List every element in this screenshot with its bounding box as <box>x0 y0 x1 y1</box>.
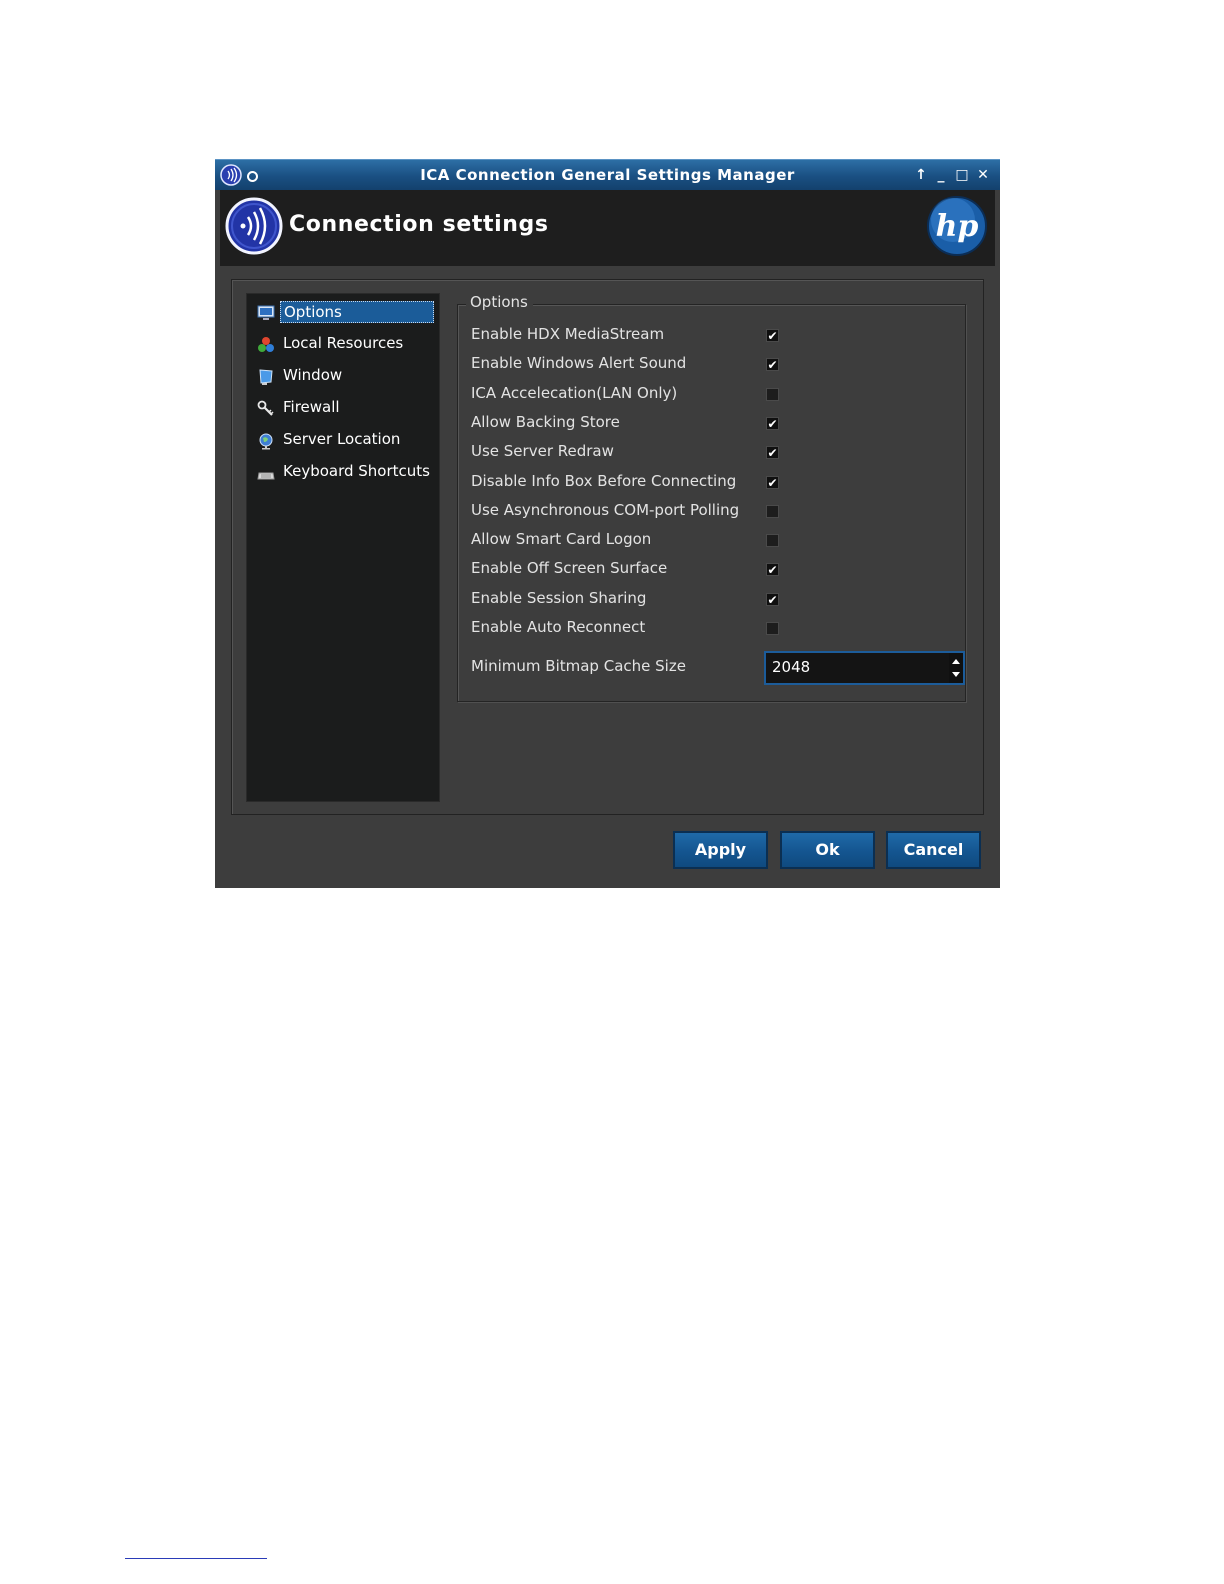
option-checkbox[interactable] <box>766 504 779 518</box>
option-label: Use Asynchronous COM-port Polling <box>471 500 740 519</box>
resources-icon <box>258 337 274 352</box>
cancel-button[interactable]: Cancel <box>886 831 981 869</box>
close-icon[interactable]: ✕ <box>974 165 992 185</box>
settings-window: ICA Connection General Settings Manager … <box>215 159 1000 888</box>
hp-logo: hp <box>927 196 987 256</box>
nav-item-label: Local Resources <box>283 334 404 352</box>
citrix-receiver-icon <box>225 197 283 255</box>
monitor-icon <box>257 305 275 320</box>
nav-item-local-resources[interactable]: Local Resources <box>253 332 433 356</box>
keyboard-icon <box>257 472 275 480</box>
option-checkbox[interactable]: ✔ <box>766 475 779 489</box>
title-bar[interactable]: ICA Connection General Settings Manager … <box>215 159 1000 190</box>
nav-item-label: Window <box>283 366 343 384</box>
option-label: Disable Info Box Before Connecting <box>471 471 737 490</box>
page-title: Connection settings <box>289 212 549 237</box>
nav-item-keyboard-shortcuts[interactable]: Keyboard Shortcuts <box>253 460 433 484</box>
option-checkbox[interactable] <box>766 622 779 635</box>
option-label: Enable Off Screen Surface <box>471 559 668 578</box>
cache-size-value[interactable]: 2048 <box>772 658 810 676</box>
minimize-icon[interactable]: _ <box>932 165 950 185</box>
option-label: Allow Smart Card Logon <box>471 530 652 549</box>
option-checkbox[interactable] <box>766 534 779 548</box>
option-label: Enable HDX MediaStream <box>471 325 665 343</box>
nav-item-options[interactable]: Options <box>253 300 434 324</box>
nav-item-firewall[interactable]: Firewall <box>253 396 433 420</box>
svg-text:hp: hp <box>936 209 979 244</box>
up-arrow-icon[interactable]: ↑ <box>912 165 930 185</box>
maximize-icon[interactable]: □ <box>953 165 971 185</box>
option-checkbox[interactable]: ✔ <box>766 592 779 606</box>
nav-item-label: Options <box>280 301 434 323</box>
globe-icon <box>259 433 273 450</box>
cache-size-spinbox[interactable]: 2048 <box>764 651 965 685</box>
spin-down-icon[interactable] <box>952 672 960 677</box>
category-list[interactable]: Options Local Resources Window Firewall … <box>246 293 440 802</box>
window-title: ICA Connection General Settings Manager <box>420 166 795 184</box>
option-checkbox[interactable]: ✔ <box>766 358 779 372</box>
spin-up-icon[interactable] <box>952 659 960 664</box>
nav-item-window[interactable]: Window <box>253 364 433 388</box>
option-checkbox[interactable]: ✔ <box>766 416 779 430</box>
nav-item-label: Server Location <box>283 430 401 448</box>
option-label: ICA Accelecation(LAN Only) <box>471 383 678 402</box>
content-panel: Options Local Resources Window Firewall … <box>231 279 984 815</box>
firewall-icon <box>257 400 274 416</box>
option-label: Enable Windows Alert Sound <box>471 354 687 373</box>
spin-arrows[interactable] <box>949 653 963 683</box>
window-icon <box>259 369 273 385</box>
option-label: Use Server Redraw <box>471 442 614 461</box>
apply-button[interactable]: Apply <box>673 831 768 869</box>
nav-item-server-location[interactable]: Server Location <box>253 428 433 452</box>
nav-item-label: Keyboard Shortcuts <box>283 462 430 480</box>
footnote-separator <box>125 1558 267 1559</box>
ok-button[interactable]: Ok <box>780 831 875 869</box>
cache-size-label: Minimum Bitmap Cache Size <box>471 657 686 675</box>
header-banner: Connection settings hp <box>220 190 995 266</box>
option-label: Enable Auto Reconnect <box>471 618 646 636</box>
option-checkbox[interactable]: ✔ <box>766 563 779 577</box>
nav-item-label: Firewall <box>283 398 340 416</box>
options-group-title: Options <box>466 293 533 311</box>
option-label: Allow Backing Store <box>471 412 620 431</box>
option-checkbox[interactable] <box>766 387 779 401</box>
option-checkbox[interactable]: ✔ <box>766 329 779 342</box>
option-label: Enable Session Sharing <box>471 588 647 607</box>
option-checkbox[interactable]: ✔ <box>766 446 779 460</box>
